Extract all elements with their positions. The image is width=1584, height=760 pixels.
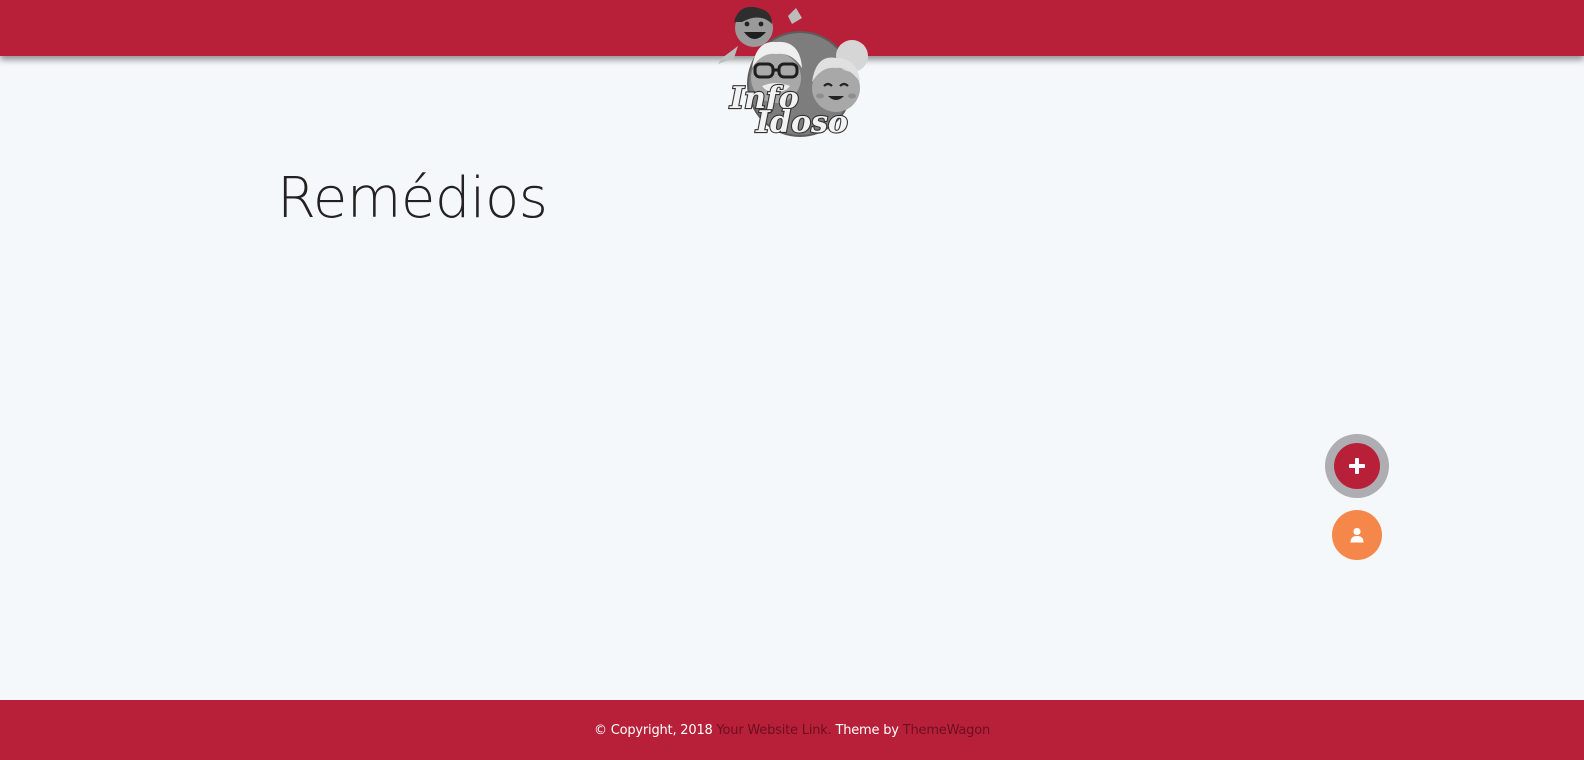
page: Info Idoso Remédios © Copyright, 2018 Yo…: [0, 0, 1584, 760]
plus-icon: [1349, 458, 1365, 474]
info-idoso-logo-icon: Info Idoso: [718, 6, 868, 141]
add-button-ring: [1325, 434, 1389, 498]
footer-copyright: © Copyright, 2018: [593, 722, 713, 738]
add-remedio-button[interactable]: [1334, 443, 1380, 489]
user-profile-button[interactable]: [1332, 510, 1382, 560]
footer: © Copyright, 2018 Your Website Link. The…: [0, 700, 1584, 760]
svg-text:Idoso: Idoso: [755, 105, 848, 140]
page-title: Remédios: [277, 166, 548, 231]
footer-website-link[interactable]: Your Website Link.: [717, 723, 832, 738]
footer-theme-by: Theme by: [835, 722, 899, 738]
user-icon: [1350, 527, 1364, 543]
info-idoso-logo[interactable]: Info Idoso: [712, 2, 884, 142]
footer-themewagon-link[interactable]: ThemeWagon: [903, 723, 990, 738]
